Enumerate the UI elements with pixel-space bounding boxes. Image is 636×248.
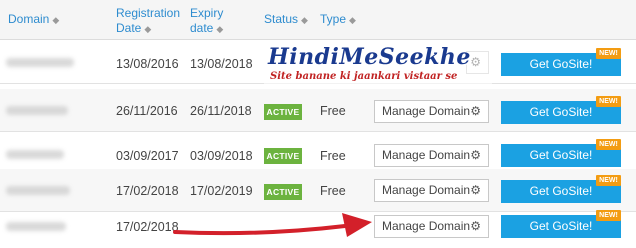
red-arrow-pointer-icon (173, 213, 372, 237)
